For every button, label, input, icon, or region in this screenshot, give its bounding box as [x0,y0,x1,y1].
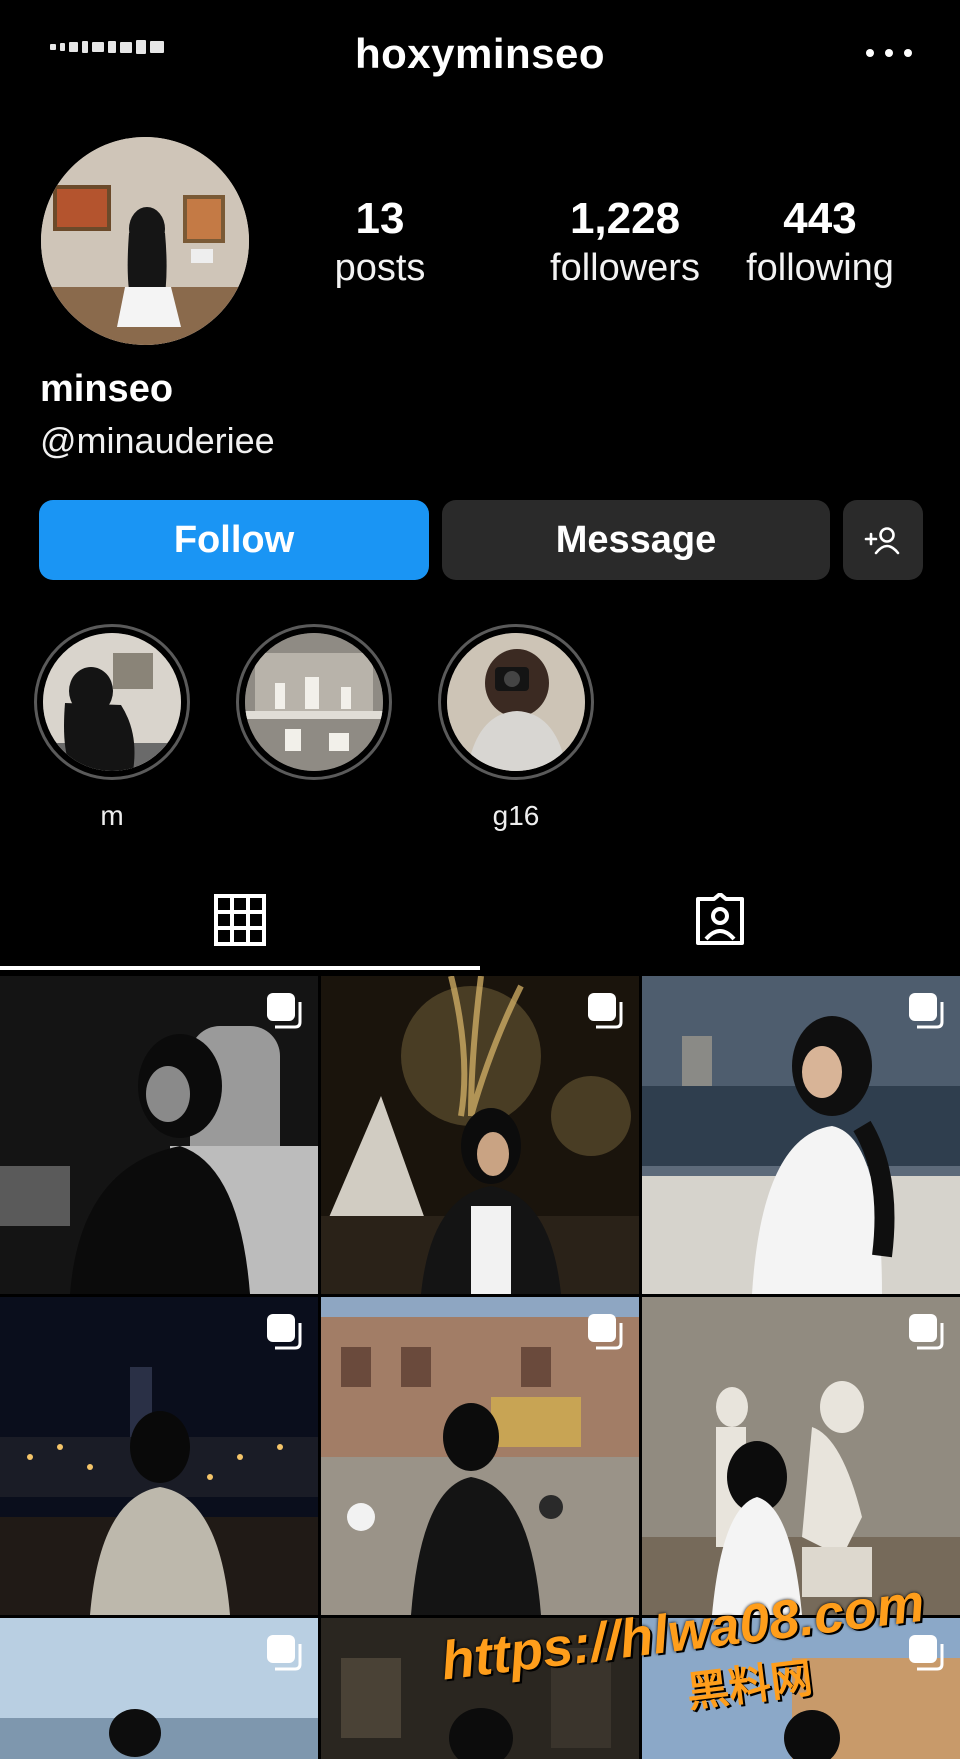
multiple-photos-icon [588,993,623,1029]
highlight-label: m [100,800,124,831]
followers-count: 1,228 [569,194,681,243]
post-thumbnail[interactable] [642,1297,960,1615]
more-options-button[interactable] [866,38,912,68]
following-label: following [746,247,894,290]
multiple-photos-icon [909,993,944,1029]
highlight-label [236,800,392,834]
tab-posts-grid[interactable] [0,870,480,970]
highlight-ring [438,624,594,780]
profile-display-name: minseo [40,368,174,410]
tagged-person-icon [696,893,744,945]
post-thumbnail[interactable] [0,976,318,1294]
multiple-photos-icon [267,993,302,1029]
grid-icon [214,894,266,946]
highlight-cover [245,633,383,771]
following-count: 443 [783,194,857,243]
posts-stat[interactable]: 13 posts [320,194,440,295]
profile-stats: 13 posts 1,228 followers 443 following [335,194,940,305]
profile-username-title: hoxyminseo [354,30,606,77]
post-thumbnail[interactable] [0,1297,318,1615]
following-stat[interactable]: 443 following [730,194,910,295]
active-tab-indicator [0,966,480,970]
multiple-photos-icon [267,1635,302,1671]
post-thumbnail[interactable] [0,1618,318,1759]
profile-avatar[interactable] [41,137,249,345]
highlight-ring [236,624,392,780]
follow-button[interactable]: Follow [39,500,429,580]
highlight-ring [34,624,190,780]
highlight-label: g16 [492,800,540,831]
highlight-cover [43,633,181,771]
posts-label: posts [334,247,426,290]
tab-tagged[interactable] [480,870,960,970]
post-thumbnail[interactable] [642,976,960,1294]
multiple-photos-icon [588,1314,623,1350]
post-thumbnail[interactable] [321,976,639,1294]
multiple-photos-icon [267,1314,302,1350]
highlight-cover [447,633,585,771]
profile-linked-handle[interactable]: @minauderiee [40,420,275,462]
add-person-icon [864,527,900,555]
suggested-users-button[interactable] [843,500,923,580]
story-highlight[interactable]: g16 [438,624,594,834]
message-button[interactable]: Message [442,500,830,580]
top-bar: hoxyminseo [0,0,960,110]
multiple-photos-icon [909,1314,944,1350]
more-horizontal-icon [866,49,874,57]
post-thumbnail[interactable] [321,1297,639,1615]
story-highlight[interactable] [236,624,392,834]
followers-stat[interactable]: 1,228 followers [535,194,715,295]
posts-count: 13 [355,194,405,243]
story-highlight[interactable]: m [34,624,190,834]
followers-label: followers [550,247,700,290]
profile-tabs [0,870,960,970]
